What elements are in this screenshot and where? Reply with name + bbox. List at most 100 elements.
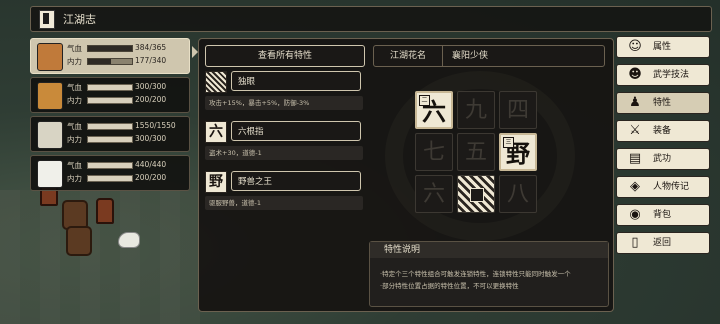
trait-name: 独眼 bbox=[231, 71, 361, 91]
mp-label: 内力 bbox=[67, 174, 82, 183]
journal-icon bbox=[39, 10, 55, 29]
mp-label: 内力 bbox=[67, 135, 82, 144]
description-line: ·部分特性位置占据的特性位置，不可以更换特性 bbox=[380, 282, 519, 290]
trait-slot[interactable]: 七 bbox=[415, 133, 453, 171]
hp-label: 气血 bbox=[67, 83, 82, 92]
nickname-value: 襄阳少侠 bbox=[452, 51, 489, 61]
mp-bar bbox=[87, 136, 133, 143]
nickname-label: 江湖花名 bbox=[374, 46, 443, 66]
menu-skill-button[interactable]: ☻ 武学技法 bbox=[616, 64, 710, 86]
slot-char: 六 bbox=[422, 182, 445, 207]
character-portrait bbox=[37, 82, 63, 110]
hp-bar bbox=[87, 84, 133, 91]
top-bar: 江湖志 bbox=[30, 6, 712, 32]
hp-value: 300/300 bbox=[135, 82, 167, 91]
trait-description-box: 特性说明 ·特定个三个特性组合可触发连锁特性，连锁特性只能同时触发一个 ·部分特… bbox=[369, 241, 609, 307]
menu-person-button[interactable]: ☺ 属性 bbox=[616, 36, 710, 58]
exit-icon: ▯ bbox=[631, 235, 639, 250]
trait-slot[interactable]: 四 bbox=[499, 91, 537, 129]
menu-book-button[interactable]: ▤ 武功 bbox=[616, 148, 710, 170]
menu-bag-button[interactable]: ◉ 背包 bbox=[616, 204, 710, 226]
goose-sprite bbox=[118, 232, 140, 248]
menu-exit-button[interactable]: ▯ 返回 bbox=[616, 232, 710, 254]
mp-label: 内力 bbox=[67, 57, 82, 66]
nickname-box: 江湖花名 襄阳少侠 bbox=[373, 45, 605, 67]
trait-grid: 六二九四七五野三六 八 bbox=[415, 91, 541, 217]
trait-name: 六根指 bbox=[231, 121, 361, 141]
trait-slot[interactable]: 六二 bbox=[415, 91, 453, 129]
trait-slot[interactable]: 六 bbox=[415, 175, 453, 213]
menu-sword-button[interactable]: ⚔ 装备 bbox=[616, 120, 710, 142]
menu-label: 背包 bbox=[653, 210, 672, 220]
menu-label: 属性 bbox=[653, 42, 672, 52]
hp-value: 1550/1550 bbox=[135, 121, 176, 130]
hp-label: 气血 bbox=[67, 161, 82, 170]
slot-tag: 二 bbox=[419, 95, 430, 106]
npc-sprite bbox=[96, 198, 114, 224]
mp-label: 内力 bbox=[67, 96, 82, 105]
mp-bar bbox=[87, 175, 133, 182]
slot-char: 七 bbox=[422, 140, 445, 165]
hp-value: 384/365 bbox=[135, 43, 167, 52]
trait-effect: 驱服野兽，道德-1 bbox=[205, 196, 363, 210]
person-icon: ☺ bbox=[628, 39, 642, 54]
mp-value: 177/340 bbox=[135, 56, 167, 65]
character-portrait bbox=[37, 121, 63, 149]
mp-bar bbox=[87, 58, 133, 65]
trait-icon bbox=[205, 71, 227, 93]
trait-slot[interactable]: 八 bbox=[499, 175, 537, 213]
trait-slot[interactable] bbox=[457, 175, 495, 213]
slot-char: 九 bbox=[464, 98, 487, 123]
hp-label: 气血 bbox=[67, 122, 82, 131]
trait-icon: 野 bbox=[205, 171, 227, 193]
menu-label: 武功 bbox=[653, 154, 672, 164]
trait-name: 野兽之王 bbox=[231, 171, 361, 191]
menu-label: 装备 bbox=[653, 126, 672, 136]
skill-icon: ☻ bbox=[628, 67, 642, 82]
book-icon: ▤ bbox=[628, 151, 642, 166]
description-title: 特性说明 bbox=[370, 242, 608, 258]
slot-tag: 三 bbox=[503, 137, 514, 148]
trait-icon: ♟ bbox=[629, 95, 641, 110]
character-row[interactable]: 气血 1550/1550 内力 300/300 bbox=[30, 116, 190, 152]
trait-panel: 查看所有特性 独眼 攻击+15%，暴击+5%，防御-3% 六六根指 盗术+30，道德-… bbox=[198, 38, 614, 312]
menu-label: 武学技法 bbox=[653, 70, 690, 80]
menu-trait-button[interactable]: ♟ 特性 bbox=[616, 92, 710, 114]
slot-char: 八 bbox=[506, 182, 529, 207]
character-row[interactable]: 气血 384/365 内力 177/340 bbox=[30, 38, 190, 74]
hp-label: 气血 bbox=[67, 44, 82, 53]
character-portrait bbox=[37, 160, 63, 188]
hp-bar bbox=[87, 45, 133, 52]
trait-slot[interactable]: 五 bbox=[457, 133, 495, 171]
bag-icon: ◉ bbox=[629, 207, 641, 222]
slot-char: 五 bbox=[464, 140, 487, 165]
hp-value: 440/440 bbox=[135, 160, 167, 169]
side-menu: ☺ 属性 ☻ 武学技法 ♟ 特性 ⚔ 装备 ▤ 武功 ◈ 人物传记 ◉ 背包 ▯ 返回 bbox=[616, 36, 710, 260]
trait-slot[interactable]: 九 bbox=[457, 91, 495, 129]
mp-value: 300/300 bbox=[135, 134, 167, 143]
menu-label: 人物传记 bbox=[653, 182, 690, 192]
hp-bar bbox=[87, 123, 133, 130]
trait-icon: 六 bbox=[205, 121, 227, 143]
menu-label: 特性 bbox=[653, 98, 672, 108]
menu-scroll-button[interactable]: ◈ 人物传记 bbox=[616, 176, 710, 198]
character-row[interactable]: 气血 300/300 内力 200/200 bbox=[30, 77, 190, 113]
mp-value: 200/200 bbox=[135, 95, 167, 104]
scroll-icon: ◈ bbox=[630, 179, 640, 194]
trait-slot[interactable]: 野三 bbox=[499, 133, 537, 171]
mp-value: 200/200 bbox=[135, 173, 167, 182]
trait-effect: 盗术+30，道德-1 bbox=[205, 146, 363, 160]
barrel bbox=[66, 226, 92, 256]
slot-char: 四 bbox=[506, 98, 529, 123]
character-row[interactable]: 气血 440/440 内力 200/200 bbox=[30, 155, 190, 191]
view-all-traits-button[interactable]: 查看所有特性 bbox=[205, 45, 365, 67]
page-title: 江湖志 bbox=[63, 13, 96, 26]
trait-effect: 攻击+15%，暴击+5%，防御-3% bbox=[205, 96, 363, 110]
character-portrait bbox=[37, 43, 63, 71]
menu-label: 返回 bbox=[653, 238, 672, 248]
mp-bar bbox=[87, 97, 133, 104]
sword-icon: ⚔ bbox=[629, 123, 641, 138]
hp-bar bbox=[87, 162, 133, 169]
description-line: ·特定个三个特性组合可触发连锁特性，连锁特性只能同时触发一个 bbox=[380, 270, 571, 278]
character-list: 气血 384/365 内力 177/340 气血 300/300 内力 200/200 气血 15… bbox=[30, 38, 190, 194]
